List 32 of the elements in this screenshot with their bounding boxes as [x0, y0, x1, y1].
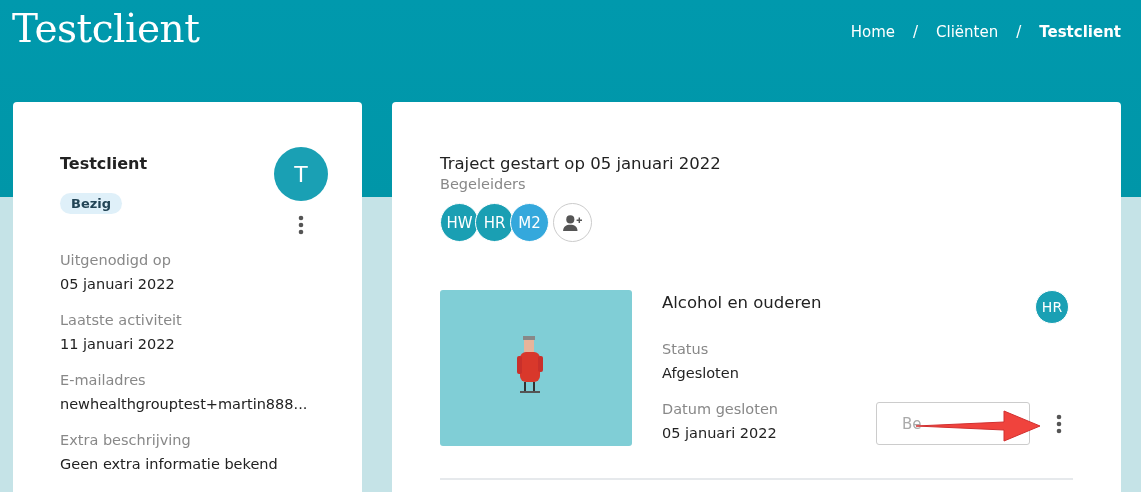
- status-badge: Bezig: [60, 193, 123, 214]
- field-label: Extra beschrijving: [60, 431, 192, 450]
- field-value: 05 januari 2022: [662, 424, 778, 443]
- client-avatar: T: [274, 147, 328, 201]
- trajectory-title: Traject gestart op 05 januari 2022: [440, 154, 722, 173]
- field-label: Datum gesloten: [662, 400, 779, 419]
- field-label: Uitgenodigd op: [60, 251, 172, 270]
- field-value: newhealthgrouptest+martin888...: [60, 395, 309, 414]
- page-title: Testclient: [12, 6, 200, 51]
- field-label: Status: [662, 340, 710, 359]
- more-icon[interactable]: [298, 215, 304, 235]
- coach-avatar[interactable]: HW: [440, 203, 479, 242]
- add-person-icon: [561, 213, 584, 232]
- coach-avatar[interactable]: M2: [510, 203, 549, 242]
- add-coach-button[interactable]: [553, 203, 592, 242]
- client-name: Testclient: [60, 154, 148, 173]
- breadcrumb-link[interactable]: Testclient: [1039, 23, 1121, 41]
- field-value: 05 januari 2022: [60, 275, 176, 294]
- field-label: Laatste activiteit: [60, 311, 183, 330]
- coach-avatar: HR: [1035, 290, 1069, 324]
- breadcrumb-link[interactable]: Cliënten: [936, 23, 999, 41]
- coach-avatar[interactable]: HR: [475, 203, 514, 242]
- breadcrumb-link[interactable]: Home: [850, 23, 895, 41]
- breadcrumb-separator: /: [913, 23, 919, 41]
- more-icon[interactable]: [1056, 413, 1062, 434]
- field-value: Geen extra informatie bekend: [60, 455, 279, 474]
- field-value: 11 januari 2022: [60, 335, 176, 354]
- breadcrumb-separator: /: [1016, 23, 1022, 41]
- coaches-label: Begeleiders: [440, 175, 527, 194]
- field-label: E-mailadres: [60, 371, 147, 390]
- module-title: Alcohol en ouderen: [662, 293, 822, 312]
- field-value: Afgesloten: [662, 364, 739, 383]
